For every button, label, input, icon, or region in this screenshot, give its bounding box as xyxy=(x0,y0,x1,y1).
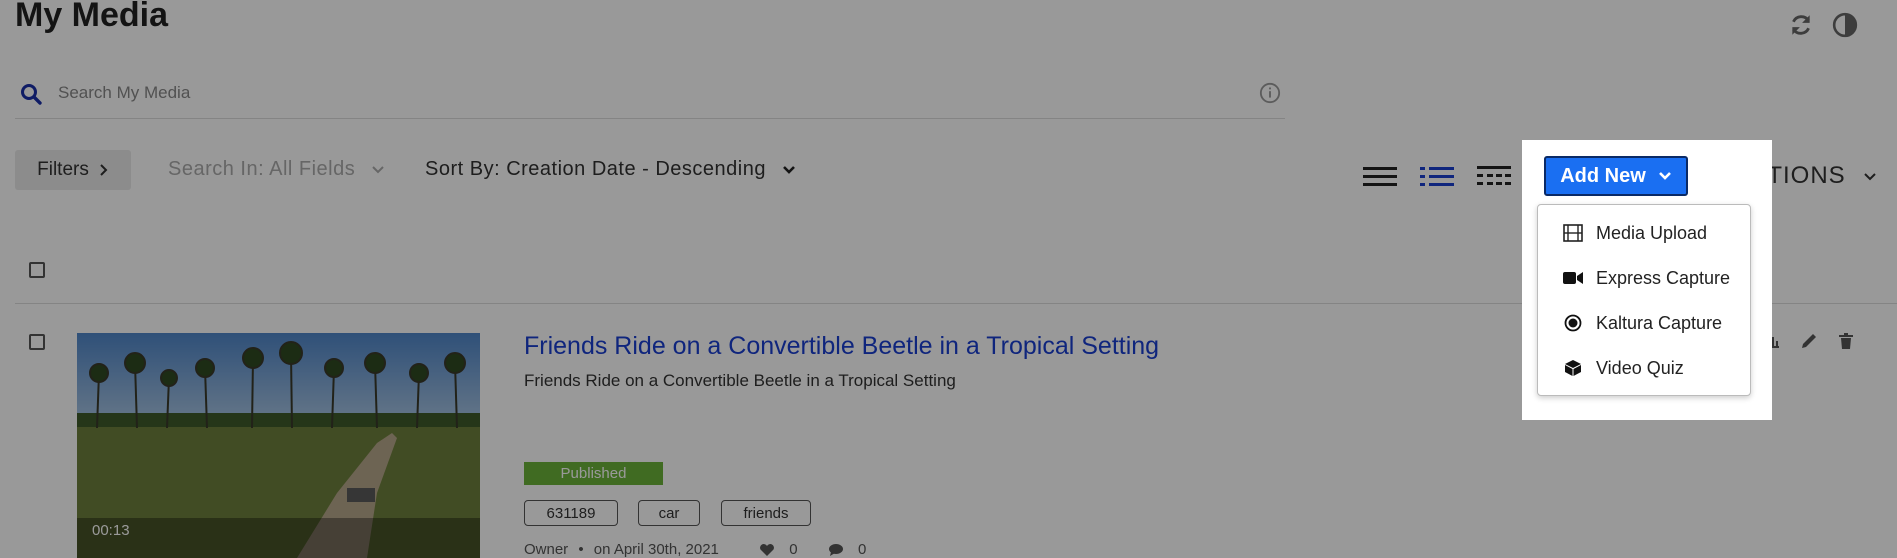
add-new-menu: Media Upload Express Capture Kaltura Cap… xyxy=(1537,204,1751,396)
add-new-button[interactable]: Add New xyxy=(1544,156,1688,196)
chevron-down-icon xyxy=(1658,172,1671,180)
add-new-label: Add New xyxy=(1560,164,1646,187)
record-icon xyxy=(1562,312,1584,334)
menu-item-label: Media Upload xyxy=(1596,222,1708,243)
menu-item-label: Video Quiz xyxy=(1596,357,1684,378)
film-icon xyxy=(1562,222,1584,244)
menu-item-label: Express Capture xyxy=(1596,267,1731,288)
cube-icon xyxy=(1562,357,1584,379)
menu-item-media-upload[interactable]: Media Upload xyxy=(1538,213,1750,253)
menu-item-label: Kaltura Capture xyxy=(1596,312,1723,333)
menu-item-video-quiz[interactable]: Video Quiz xyxy=(1538,348,1750,388)
video-camera-icon xyxy=(1562,267,1584,289)
menu-item-express-capture[interactable]: Express Capture xyxy=(1538,258,1750,298)
menu-item-kaltura-capture[interactable]: Kaltura Capture xyxy=(1538,303,1750,343)
